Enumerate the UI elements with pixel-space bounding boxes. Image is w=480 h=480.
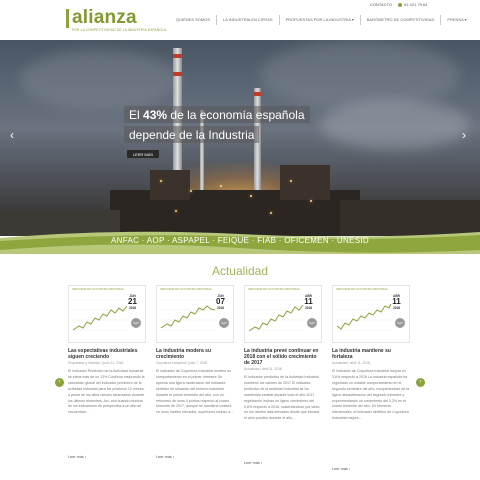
phone-icon [398, 2, 402, 7]
news-card-body: El indicador de Coyuntura Industrial mod… [156, 369, 234, 415]
news-date: JUN 21 2018 [126, 294, 139, 310]
news-card-image[interactable]: INDICADOR DE COYUNTURA INDUSTRIAL JUN 21… [68, 285, 146, 343]
member-associations: ANFAC · AOP · ASPAPEL · FEIQUE · FIAB · … [111, 236, 369, 245]
caption-suffix: de la economía española [170, 107, 305, 122]
date-day: 07 [216, 297, 225, 306]
plant-light [190, 190, 192, 192]
hero-slider: El 43% de la economía española depende d… [0, 40, 480, 236]
news-card-meta: Actualidad / abril 11, 2018 [244, 367, 282, 371]
news-card: INDICADOR DE COYUNTURA INDUSTRIAL JUN 07… [156, 285, 234, 475]
news-card-title[interactable]: La industria prevé continuar en 2018 con… [244, 348, 322, 366]
iaci-badge: IACI [395, 318, 405, 328]
news-card-title[interactable]: La industria mantiene su fortaleza [332, 348, 410, 360]
date-day: 11 [304, 297, 313, 306]
date-year: 2018 [128, 306, 137, 310]
news-card-body: El indicador predictivo de la Actividad … [244, 375, 320, 421]
news-card: INDICADOR DE COYUNTURA INDUSTRIAL ABR 11… [244, 285, 322, 475]
news-card-image[interactable]: INDICADOR DE COYUNTURA INDUSTRIAL ABR 11… [244, 285, 322, 343]
news-date: JUN 07 2018 [214, 294, 227, 310]
logo-tagline: POR LA COMPETITIVIDAD DE LA INDUSTRIA ES… [72, 28, 167, 32]
news-date: ABR 11 2018 [302, 294, 315, 310]
news-carousel: INDICADOR DE COYUNTURA INDUSTRIAL JUN 21… [68, 285, 412, 475]
plant-light [220, 185, 222, 187]
news-card-image[interactable]: INDICADOR DE COYUNTURA INDUSTRIAL ABR 11… [332, 285, 410, 343]
news-card-body: El indicador Predictivo de la Actividad … [68, 369, 145, 415]
news-card-meta: Actualidad / abril 11, 2018 [332, 361, 370, 365]
news-card-body: El indicador de Coyuntura Industrial mej… [332, 369, 410, 421]
hero-caption-line2: depende de la Industria [124, 126, 260, 143]
news-card-read-more[interactable]: Leer más › [156, 455, 174, 459]
news-card-meta: Propuestas y Noticias / junio 21, 2018 [68, 361, 124, 365]
plant-light [175, 210, 177, 212]
news-card-title[interactable]: Las expectativas industriales siguen cre… [68, 348, 146, 360]
news-section-title: Actualidad [211, 264, 269, 278]
date-year: 2018 [392, 306, 401, 310]
news-card-read-more[interactable]: Leer más › [68, 455, 86, 459]
hero-cloud [260, 40, 460, 110]
main-nav: QUIÉNES SOMOS LA INDUSTRIA EN CIFRAS PRO… [170, 15, 473, 25]
hero-next-arrow-icon[interactable]: › [462, 129, 466, 141]
iaci-badge: IACI [307, 318, 317, 328]
hero-prev-arrow-icon[interactable]: ‹ [10, 129, 14, 141]
news-next-arrow-icon[interactable]: › [416, 378, 425, 387]
date-day: 21 [128, 297, 137, 306]
contact-link[interactable]: CONTACTO [370, 2, 392, 7]
logo-name: alianza [72, 7, 137, 28]
date-year: 2018 [304, 306, 313, 310]
plant-light [250, 195, 252, 197]
iaci-badge: IACI [219, 318, 229, 328]
news-card-read-more[interactable]: Leer más › [332, 467, 350, 471]
chimney-image [200, 110, 204, 200]
news-card: INDICADOR DE COYUNTURA INDUSTRIAL ABR 11… [332, 285, 410, 475]
nav-barometro[interactable]: BARÓMETRO DE COMPETITIVIDAD [359, 15, 441, 25]
plant-structure [150, 170, 190, 200]
plant-light [270, 212, 272, 214]
nav-quienes-somos[interactable]: QUIÉNES SOMOS [170, 15, 216, 25]
plant-structure [280, 165, 330, 200]
hero-read-more-button[interactable]: LEER MÁS [127, 150, 159, 158]
site-logo[interactable]: alianza POR LA COMPETITIVIDAD DE LA INDU… [66, 7, 167, 32]
phone-text: 91 421 79 64 [404, 2, 428, 7]
nav-propuestas[interactable]: PROPUESTAS POR LA INDUSTRIA ▾ [278, 15, 360, 25]
date-year: 2018 [216, 306, 225, 310]
site-header: CONTACTO 91 421 79 64 alianza POR LA COM… [0, 0, 480, 40]
hero-cloud [20, 50, 180, 110]
phone-number[interactable]: 91 421 79 64 [398, 2, 427, 7]
news-card-title[interactable]: La industria modera su crecimiento [156, 348, 234, 360]
plant-light [160, 180, 162, 182]
chimney-image [254, 88, 261, 198]
logo-bar-icon [66, 9, 69, 28]
caption-highlight: 43% [143, 107, 168, 122]
nav-prensa[interactable]: PRENSA ▾ [440, 15, 472, 25]
caption-prefix: El [129, 107, 140, 122]
plant-light [310, 200, 312, 202]
hero-cloud [320, 100, 470, 150]
iaci-badge: IACI [131, 318, 141, 328]
news-prev-arrow-icon[interactable]: ‹ [55, 378, 64, 387]
news-card-image[interactable]: INDICADOR DE COYUNTURA INDUSTRIAL JUN 07… [156, 285, 234, 343]
plant-light [290, 180, 292, 182]
news-card: INDICADOR DE COYUNTURA INDUSTRIAL JUN 21… [68, 285, 146, 475]
hero-caption-line1: El 43% de la economía española [124, 106, 310, 123]
date-day: 11 [392, 297, 401, 306]
nav-industria-en-cifras[interactable]: LA INDUSTRIA EN CIFRAS [216, 15, 279, 25]
news-card-meta: Coyuntura Industrial / junio 7, 2018 [156, 361, 208, 365]
news-date: ABR 11 2018 [390, 294, 403, 310]
news-card-read-more[interactable]: Leer más › [244, 461, 262, 465]
